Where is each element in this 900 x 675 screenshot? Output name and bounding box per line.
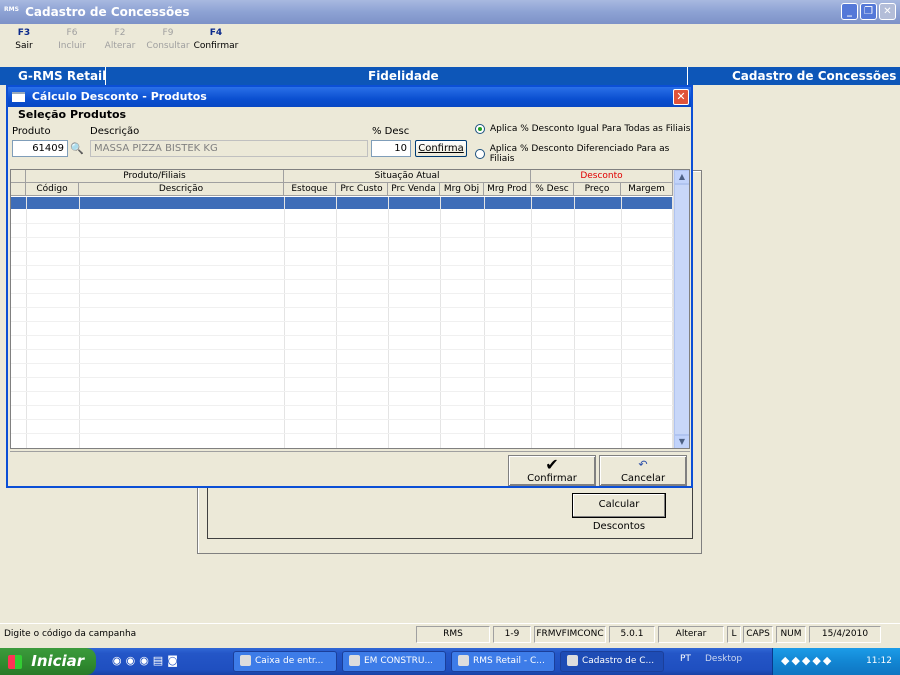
scroll-thumb[interactable] xyxy=(674,184,689,435)
restore-icon[interactable]: ❐ xyxy=(860,3,877,20)
band-center: Fidelidade xyxy=(368,69,439,83)
window-icon xyxy=(12,92,25,102)
col-prc-venda[interactable]: Prc Venda xyxy=(388,183,440,196)
status-version: 5.0.1 xyxy=(609,626,655,643)
col-mrg-prod[interactable]: Mrg Prod xyxy=(484,183,531,196)
col-desc-percent[interactable]: % Desc xyxy=(531,183,574,196)
col-descricao[interactable]: Descrição xyxy=(79,183,284,196)
calculo-desconto-dialog: Cálculo Desconto - Produtos ✕ Seleção Pr… xyxy=(6,85,693,488)
language-indicator[interactable]: PT xyxy=(680,654,691,664)
radio-desconto-diferenciado[interactable]: Aplica % Desconto Diferenciado Para as F… xyxy=(475,144,691,164)
produtos-grid[interactable]: Produto/Filiais Situação Atual Desconto … xyxy=(10,169,690,449)
dialog-titlebar: Cálculo Desconto - Produtos xyxy=(8,87,691,107)
desc-percent-label: % Desc xyxy=(372,126,410,137)
status-date: 15/4/2010 xyxy=(809,626,881,643)
start-button[interactable]: Iniciar xyxy=(0,648,96,675)
col-preco[interactable]: Preço xyxy=(574,183,621,196)
quick-launch-icons[interactable]: ◉◉◉▤◙ xyxy=(112,654,182,667)
grid-group-header: Produto/Filiais Situação Atual Desconto xyxy=(11,170,673,183)
confirmar-button[interactable]: ✔ Confirmar xyxy=(508,455,596,486)
scroll-up-icon[interactable]: ▲ xyxy=(674,170,689,184)
minimize-icon[interactable]: _ xyxy=(841,3,858,20)
close-icon[interactable]: ✕ xyxy=(879,3,896,20)
fkey-sair[interactable]: F3 Sair xyxy=(0,28,48,64)
system-tray: ◆◆◆◆◆ 11:12 xyxy=(772,648,900,675)
task-cadastro-concessoes[interactable]: Cadastro de C... xyxy=(560,651,664,672)
status-range: 1-9 xyxy=(493,626,531,643)
group-desconto: Desconto xyxy=(531,170,673,183)
task-em-construcao[interactable]: EM CONSTRU... xyxy=(342,651,446,672)
fkey-consultar[interactable]: F9 Consultar xyxy=(144,28,192,64)
windows-logo-icon xyxy=(8,654,22,669)
desc-percent-input[interactable]: 10 xyxy=(371,140,411,157)
col-codigo[interactable]: Código xyxy=(26,183,79,196)
section-title: Seleção Produtos xyxy=(18,108,127,121)
col-prc-custo[interactable]: Prc Custo xyxy=(336,183,388,196)
band-right: Cadastro de Concessões xyxy=(732,69,897,83)
task-rms-retail[interactable]: RMS Retail - C... xyxy=(451,651,555,672)
radio-dot-diferenciado xyxy=(475,149,485,159)
fkey-confirmar[interactable]: F4 Confirmar xyxy=(192,28,240,64)
confirma-button[interactable]: Confirma xyxy=(415,140,467,157)
group-produto-filiais: Produto/Filiais xyxy=(26,170,284,183)
header-band: G-RMS Retail Fidelidade Cadastro de Conc… xyxy=(0,67,900,85)
descricao-label: Descrição xyxy=(90,126,140,137)
app-logo: RMS xyxy=(4,6,19,13)
descricao-field: MASSA PIZZA BISTEK KG xyxy=(90,140,368,157)
band-left: G-RMS Retail xyxy=(18,69,107,83)
status-caps: CAPS xyxy=(743,626,773,643)
tray-icons[interactable]: ◆◆◆◆◆ xyxy=(781,654,833,667)
clock[interactable]: 11:12 xyxy=(866,656,892,666)
undo-icon: ↶ xyxy=(638,458,648,471)
group-situacao-atual: Situação Atual xyxy=(284,170,531,183)
binoculars-search-icon[interactable]: 🔍 xyxy=(68,142,86,158)
status-bar: Digite o código da campanha RMS 1-9 FRMV… xyxy=(0,623,900,644)
col-mrg-obj[interactable]: Mrg Obj xyxy=(440,183,484,196)
dialog-close-icon[interactable]: ✕ xyxy=(673,89,689,105)
status-message: Digite o código da campanha xyxy=(4,629,137,639)
cancelar-button[interactable]: ↶ Cancelar xyxy=(599,455,687,486)
grid-column-header: Código Descrição Estoque Prc Custo Prc V… xyxy=(11,183,673,196)
col-estoque[interactable]: Estoque xyxy=(284,183,336,196)
status-form: FRMVFIMCONC xyxy=(534,626,606,643)
function-key-toolbar: F3 Sair F6 Incluir F2 Alterar F9 Consult… xyxy=(0,28,240,64)
radio-desconto-igual[interactable]: Aplica % Desconto Igual Para Todas as Fi… xyxy=(475,124,690,134)
produto-label: Produto xyxy=(12,126,51,137)
col-margem[interactable]: Margem xyxy=(621,183,673,196)
radio-dot-igual xyxy=(475,124,485,134)
rms-app-icon xyxy=(567,655,578,666)
scroll-down-icon[interactable]: ▼ xyxy=(674,435,689,448)
word-icon xyxy=(349,655,360,666)
main-window-titlebar: RMS Cadastro de Concessões _ ❐ ✕ xyxy=(0,0,900,24)
produto-input[interactable]: 61409 xyxy=(12,140,68,157)
status-num: NUM xyxy=(776,626,806,643)
grid-vertical-scrollbar[interactable]: ▲ ▼ xyxy=(673,170,689,448)
fkey-alterar[interactable]: F2 Alterar xyxy=(96,28,144,64)
dialog-title: Cálculo Desconto - Produtos xyxy=(31,90,207,103)
mail-icon xyxy=(240,655,251,666)
fkey-incluir[interactable]: F6 Incluir xyxy=(48,28,96,64)
windows-taskbar: Iniciar ◉◉◉▤◙ Caixa de entr... EM CONSTR… xyxy=(0,648,900,675)
main-window-title: Cadastro de Concessões xyxy=(25,5,190,19)
desktop-toolbar[interactable]: Desktop xyxy=(705,654,742,664)
rms-app-icon xyxy=(458,655,469,666)
task-caixa-entrada[interactable]: Caixa de entr... xyxy=(233,651,337,672)
status-rms: RMS xyxy=(416,626,490,643)
status-mode: Alterar xyxy=(658,626,724,643)
status-l: L xyxy=(727,626,741,643)
calcular-descontos-button[interactable]: Calcular Descontos xyxy=(572,493,666,532)
checkmark-icon: ✔ xyxy=(545,455,559,474)
